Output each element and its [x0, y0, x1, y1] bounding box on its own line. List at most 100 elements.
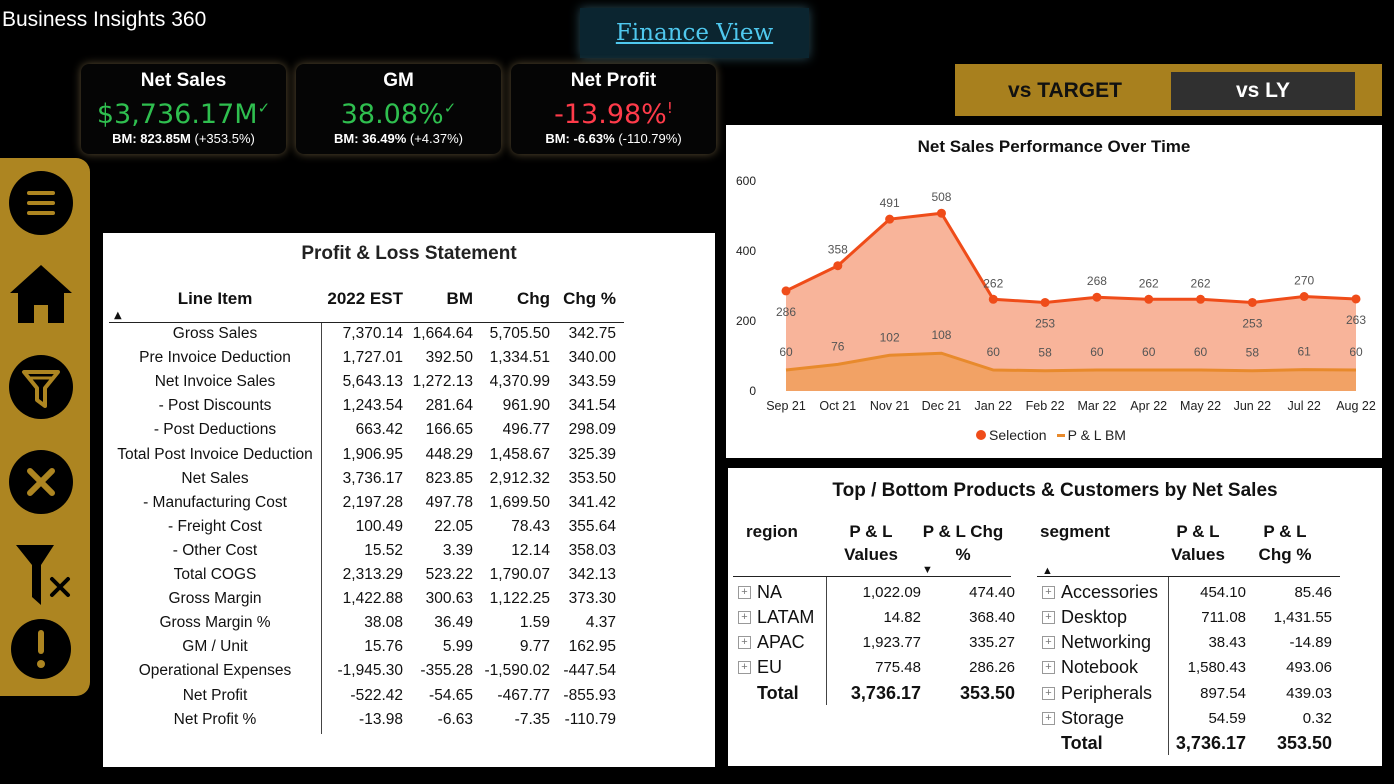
- pl-cell-line-item: Gross Sales: [172, 325, 258, 342]
- expand-icon[interactable]: +: [738, 610, 751, 624]
- col-2022-est[interactable]: 2022 EST: [321, 289, 403, 313]
- net-sales-chart[interactable]: 0 200 400 600 286 358 491 508 262 253 268 262 262 253…: [726, 125, 1382, 425]
- vs-target-button[interactable]: vs TARGET: [965, 72, 1165, 110]
- pl-cell-bm: 497.78: [425, 493, 473, 511]
- region-value: 775.48: [875, 659, 921, 677]
- col-region[interactable]: region: [746, 520, 816, 543]
- selection-point[interactable]: [833, 261, 843, 271]
- selection-data-label: 358: [828, 243, 848, 257]
- vs-ly-button[interactable]: vs LY: [1171, 72, 1355, 110]
- bm-data-label: 61: [1298, 345, 1312, 359]
- segment-row[interactable]: + Peripherals 897.54 439.03: [1042, 681, 1332, 705]
- region-row[interactable]: + NA 1,022.09 474.40: [738, 580, 1015, 604]
- col-chg[interactable]: Chg: [473, 289, 550, 313]
- expand-icon[interactable]: +: [738, 585, 751, 599]
- pl-cell-chg-pct: 358.03: [568, 541, 616, 559]
- region-row[interactable]: + LATAM 14.82 368.40: [738, 605, 1015, 629]
- pl-row[interactable]: Total COGS 2,313.29 523.22 1,790.07 342.13: [109, 566, 624, 590]
- col-region-values[interactable]: P & L Values: [836, 520, 906, 566]
- segment-chg: -14.89: [1289, 634, 1332, 652]
- expand-icon[interactable]: +: [738, 661, 751, 675]
- col-segment[interactable]: segment: [1040, 520, 1120, 543]
- pl-row[interactable]: - Post Deductions 663.42 166.65 496.77 298.0…: [109, 421, 624, 445]
- selection-point[interactable]: [1247, 297, 1257, 307]
- pl-row[interactable]: Pre Invoice Deduction 1,727.01 392.50 1,334…: [109, 349, 624, 373]
- legend-selection-marker: [976, 430, 986, 440]
- pl-row[interactable]: - Other Cost 15.52 3.39 12.14 358.03: [109, 542, 624, 566]
- pl-row[interactable]: Net Sales 3,736.17 823.85 2,912.32 353.50: [109, 470, 624, 494]
- selection-point[interactable]: [1040, 297, 1050, 307]
- segment-row[interactable]: + Notebook 1,580.43 493.06: [1042, 656, 1332, 680]
- col-line-item[interactable]: Line Item: [109, 289, 321, 313]
- pl-row[interactable]: Gross Margin 1,422.88 300.63 1,122.25 373.30: [109, 590, 624, 614]
- region-name: APAC: [757, 632, 805, 653]
- region-name: EU: [757, 657, 783, 678]
- sort-ascending-icon[interactable]: ▲: [114, 310, 122, 321]
- expand-icon[interactable]: +: [1042, 661, 1055, 675]
- segment-name: Accessories: [1061, 581, 1159, 602]
- pl-row[interactable]: Gross Sales 7,370.14 1,664.64 5,705.50 342.7…: [109, 325, 624, 349]
- col-chg-pct[interactable]: Chg %: [550, 289, 616, 313]
- region-total-chg: 353.50: [959, 682, 1015, 703]
- bm-data-label: 76: [831, 339, 845, 353]
- selection-point[interactable]: [1196, 294, 1206, 304]
- selection-point[interactable]: [781, 286, 791, 296]
- selection-point[interactable]: [1092, 292, 1102, 302]
- y-tick-label: 200: [736, 314, 756, 328]
- legend-bm-label[interactable]: P & L BM: [1068, 427, 1126, 443]
- region-value: 1,022.09: [862, 583, 921, 601]
- pl-cell-line-item: - Post Deductions: [153, 421, 277, 439]
- segment-chg: 0.32: [1302, 710, 1332, 727]
- selection-point[interactable]: [1351, 294, 1361, 304]
- expand-icon[interactable]: +: [1042, 585, 1055, 599]
- selection-data-label: 262: [983, 276, 1003, 290]
- pl-row[interactable]: - Post Discounts 1,243.54 281.64 961.90 341.…: [109, 397, 624, 421]
- menu-button[interactable]: [8, 170, 74, 236]
- clear-selection-button[interactable]: [8, 449, 74, 515]
- selection-point[interactable]: [936, 208, 946, 218]
- segment-row[interactable]: + Networking 38.43 -14.89: [1042, 631, 1332, 655]
- segment-row[interactable]: + Desktop 711.08 1,431.55: [1042, 605, 1332, 629]
- pl-header-row: Line Item 2022 EST BM Chg Chg %: [109, 289, 624, 313]
- segment-row[interactable]: + Accessories 454.10 85.46: [1042, 580, 1332, 604]
- region-row[interactable]: + EU 775.48 286.26: [738, 656, 1015, 680]
- pl-cell-line-item: - Other Cost: [172, 541, 258, 559]
- col-segment-chg[interactable]: P & L Chg %: [1256, 520, 1314, 566]
- filter-button[interactable]: [8, 354, 74, 420]
- expand-icon[interactable]: +: [1042, 610, 1055, 624]
- pl-row[interactable]: Operational Expenses -1,945.30 -355.28 -1,5…: [109, 662, 624, 686]
- pl-row[interactable]: Net Invoice Sales 5,643.13 1,272.13 4,370.9…: [109, 373, 624, 397]
- expand-icon[interactable]: +: [738, 636, 751, 650]
- finance-view-link[interactable]: Finance View: [580, 8, 809, 58]
- pl-row[interactable]: Net Profit -522.42 -54.65 -467.77 -855.93: [109, 687, 624, 711]
- x-tick-label: May 22: [1180, 399, 1221, 413]
- pl-cell-bm: 1,272.13: [412, 373, 473, 391]
- expand-icon[interactable]: +: [1042, 686, 1055, 700]
- segment-row[interactable]: + Storage 54.59 0.32: [1042, 707, 1332, 731]
- selection-point[interactable]: [988, 294, 998, 304]
- selection-point[interactable]: [885, 214, 895, 224]
- col-region-chg[interactable]: P & L Chg %: [918, 520, 1008, 566]
- legend-selection-label[interactable]: Selection: [989, 427, 1047, 443]
- col-bm[interactable]: BM: [403, 289, 473, 313]
- pl-row[interactable]: - Manufacturing Cost 2,197.28 497.78 1,699.…: [109, 494, 624, 518]
- sort-descending-icon[interactable]: ▼: [922, 564, 933, 576]
- pl-row[interactable]: GM / Unit 15.76 5.99 9.77 162.95: [109, 638, 624, 662]
- col-segment-values[interactable]: P & L Values: [1168, 520, 1228, 566]
- pl-cell-bm: 448.29: [425, 445, 473, 463]
- region-row[interactable]: + APAC 1,923.77 335.27: [738, 631, 1015, 655]
- info-button[interactable]: [8, 616, 74, 682]
- clear-filters-button[interactable]: [8, 543, 74, 609]
- pl-row[interactable]: Net Profit % -13.98 -6.63 -7.35 -110.79: [109, 711, 624, 735]
- selection-point[interactable]: [1299, 292, 1309, 301]
- pl-row[interactable]: - Freight Cost 100.49 22.05 78.43 355.64: [109, 518, 624, 542]
- pl-cell-bm: 36.49: [434, 614, 473, 632]
- pl-title: Profit & Loss Statement: [301, 243, 517, 264]
- expand-icon[interactable]: +: [1042, 712, 1055, 725]
- pl-row[interactable]: Gross Margin % 38.08 36.49 1.59 4.37: [109, 614, 624, 638]
- y-tick-label: 400: [736, 244, 756, 258]
- home-button[interactable]: [8, 261, 74, 327]
- pl-row[interactable]: Total Post Invoice Deduction 1,906.95 448.…: [109, 446, 624, 470]
- expand-icon[interactable]: +: [1042, 636, 1055, 650]
- selection-point[interactable]: [1144, 294, 1154, 304]
